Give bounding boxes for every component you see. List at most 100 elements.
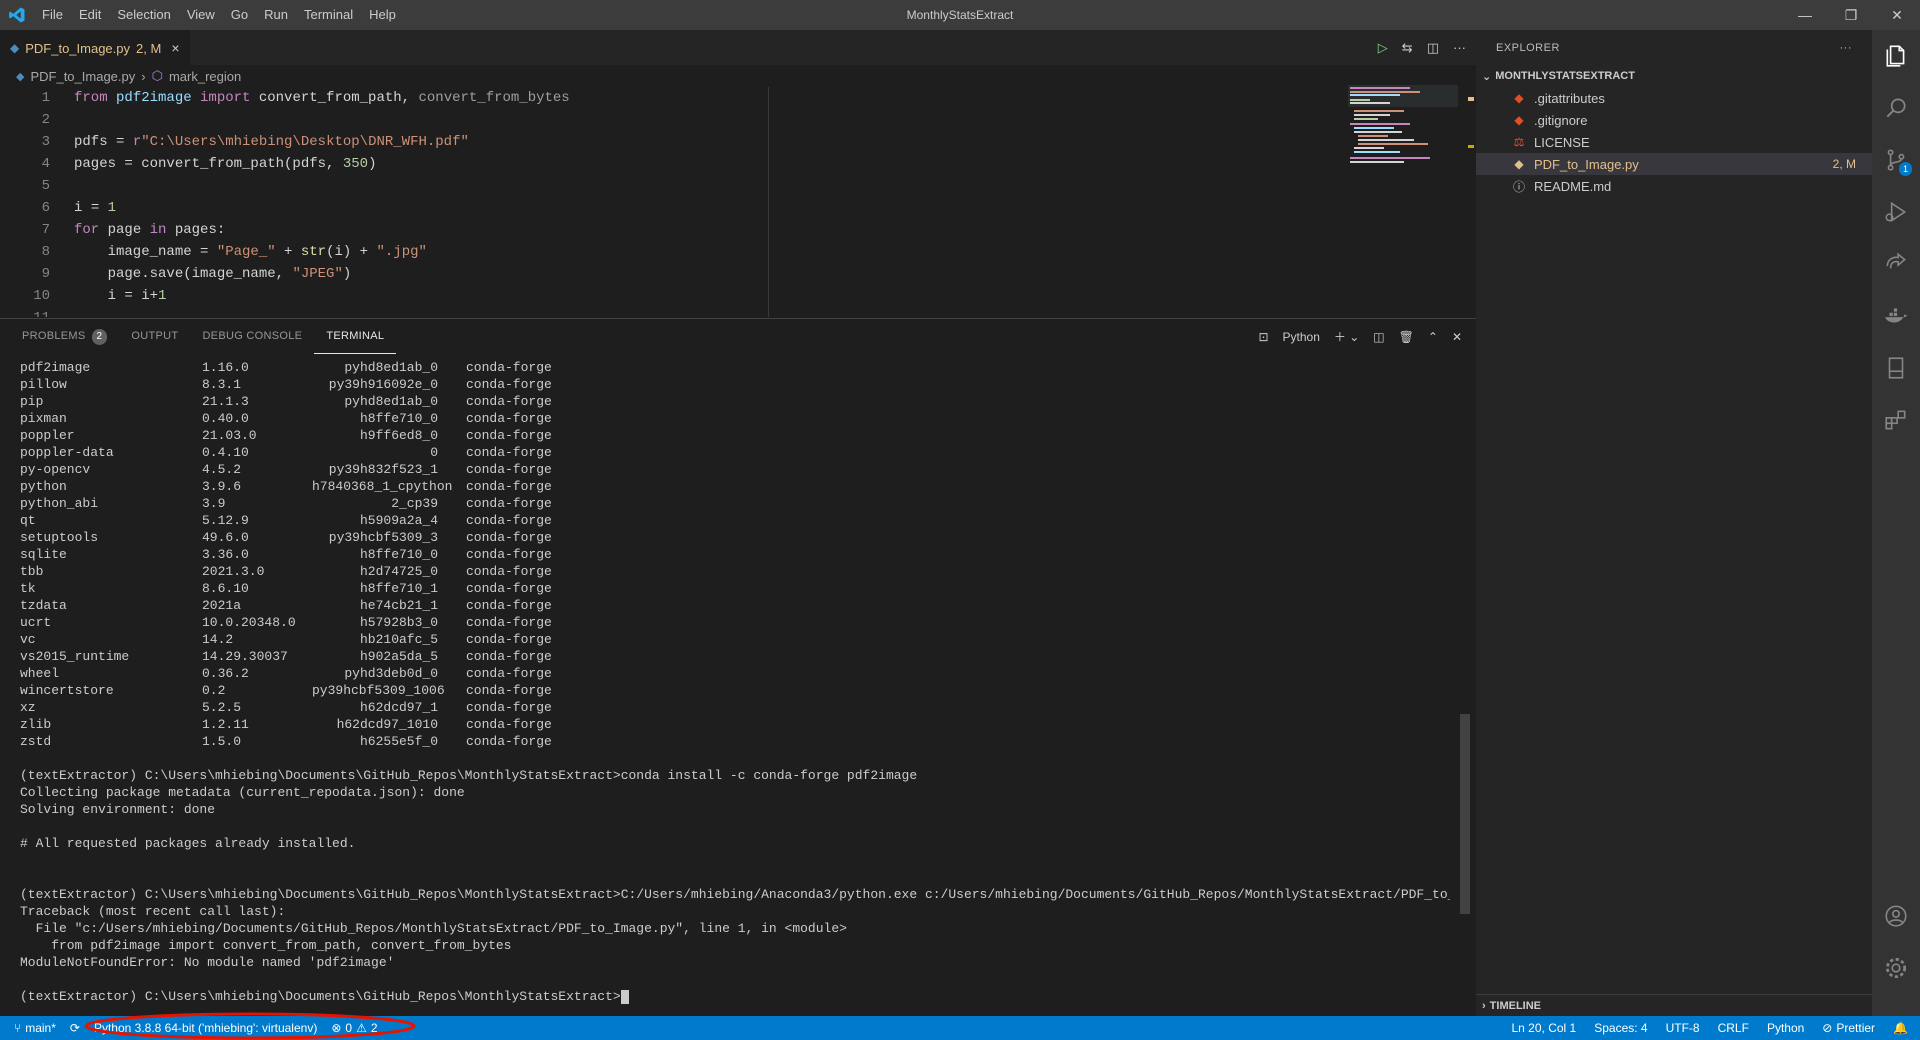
terminal-output[interactable]: pdf2image 1.16.0 pyhd8ed1ab_0 conda-forge pi… — [20, 359, 1450, 1009]
cursor-position[interactable]: Ln 20, Col 1 — [1512, 1021, 1577, 1035]
tab-pdf-to-image[interactable]: ◆ PDF_to_Image.py 2, M × — [0, 30, 190, 65]
menu-view[interactable]: View — [179, 0, 223, 30]
code-line[interactable]: 7 for page in pages: — [0, 219, 1476, 241]
code-token: pages: — [174, 222, 226, 238]
prettier-indicator[interactable]: ⊘ Prettier — [1822, 1021, 1875, 1035]
split-editor-icon[interactable]: ◫ — [1427, 40, 1439, 56]
tab-close-icon[interactable]: × — [171, 40, 179, 56]
accounts-activity[interactable] — [1872, 890, 1920, 942]
package-row: tzdata 2021a he74cb21_1 conda-forge — [20, 597, 1450, 614]
breadcrumb-symbol[interactable]: mark_region — [169, 69, 241, 84]
terminal-scrollbar[interactable] — [1460, 714, 1470, 914]
package-cell: wheel — [20, 666, 60, 681]
minimize-icon[interactable]: — — [1782, 0, 1828, 30]
timeline-section[interactable]: › TIMELINE — [1476, 994, 1872, 1016]
tab-label: PDF_to_Image.py — [25, 40, 131, 56]
run-icon[interactable]: ▷ — [1378, 40, 1388, 56]
branch-icon: ⑂ — [14, 1021, 22, 1035]
code-token: = — [90, 200, 108, 216]
code-line[interactable]: 9 page.save(image_name, "JPEG") — [0, 263, 1476, 285]
manage-activity[interactable] — [1872, 942, 1920, 994]
code-line[interactable]: 1 from pdf2image import convert_from_path… — [0, 87, 1476, 109]
new-terminal-icon[interactable]: ＋ ⌄ — [1334, 328, 1359, 345]
menu-selection[interactable]: Selection — [109, 0, 178, 30]
line-number: 5 — [41, 178, 50, 194]
menu-terminal[interactable]: Terminal — [296, 0, 361, 30]
package-cell: h9ff6ed8_0 — [359, 428, 438, 443]
code-token: = — [116, 134, 133, 150]
code-line[interactable]: 6i = 1 — [0, 197, 1476, 219]
close-panel-icon[interactable]: ✕ — [1452, 330, 1462, 344]
tab-output[interactable]: OUTPUT — [119, 319, 190, 354]
file-item[interactable]: ⓘ README.md — [1476, 175, 1872, 197]
file-item[interactable]: ⚖ LICENSE — [1476, 131, 1872, 153]
menu-edit[interactable]: Edit — [71, 0, 109, 30]
code-line[interactable]: 3 pdfs = r"C:\Users\mhiebing\Desktop\DNR_… — [0, 131, 1476, 153]
extensions-activity[interactable] — [1872, 394, 1920, 446]
split-terminal-icon[interactable]: ◫ — [1373, 330, 1384, 344]
end-of-line[interactable]: CRLF — [1718, 1021, 1749, 1035]
notebook-activity[interactable] — [1872, 342, 1920, 394]
file-item[interactable]: ◆ .gitignore — [1476, 109, 1872, 131]
file-item[interactable]: ◆ PDF_to_Image.py 2, M — [1476, 153, 1872, 175]
tab-terminal[interactable]: TERMINAL — [314, 319, 397, 354]
code-token: (i) + — [326, 244, 377, 260]
code-token: convert_from_path, — [258, 90, 419, 106]
status-left: ⑂ main* ⟳ Python 3.8.8 64-bit ('mhiebing… — [0, 1021, 378, 1035]
explorer-more-icon[interactable]: ··· — [1840, 42, 1853, 54]
file-item[interactable]: ◆ .gitattributes — [1476, 87, 1872, 109]
file-name: PDF_to_Image.py — [1534, 156, 1639, 172]
indentation[interactable]: Spaces: 4 — [1594, 1021, 1647, 1035]
menu-run[interactable]: Run — [256, 0, 296, 30]
line-number: 4 — [41, 156, 50, 172]
remote-activity[interactable] — [1872, 238, 1920, 290]
run-debug-activity[interactable] — [1872, 186, 1920, 238]
branch-indicator[interactable]: ⑂ main* — [14, 1021, 56, 1035]
code-line[interactable]: 11 — [0, 307, 1476, 317]
source-control-activity[interactable]: 1 — [1872, 134, 1920, 186]
restore-icon[interactable]: ❐ — [1828, 0, 1874, 30]
notifications-indicator[interactable]: 🔔 — [1893, 1021, 1908, 1035]
code-line[interactable]: 4 pages = convert_from_path(pdfs, 350) — [0, 153, 1476, 175]
tab-debug-console[interactable]: DEBUG CONSOLE — [190, 319, 314, 354]
tab-problems[interactable]: PROBLEMS 2 — [10, 319, 119, 354]
line-number: 7 — [41, 222, 50, 238]
package-cell: conda-forge — [466, 564, 552, 579]
maximize-panel-icon[interactable]: ⌃ — [1428, 330, 1438, 344]
search-activity[interactable] — [1872, 82, 1920, 134]
menu-go[interactable]: Go — [223, 0, 256, 30]
terminal-prompt-line[interactable]: (textExtractor) C:\Users\mhiebing\Docume… — [20, 988, 1450, 1005]
code-line[interactable]: 8 image_name = "Page_" + str(i) + ".jpg" — [0, 241, 1476, 263]
python-interpreter[interactable]: Python 3.8.8 64-bit ('mhiebing': virtual… — [94, 1021, 317, 1035]
encoding[interactable]: UTF-8 — [1666, 1021, 1700, 1035]
code-editor[interactable]: 1 from pdf2image import convert_from_path… — [0, 87, 1476, 317]
menu-help[interactable]: Help — [361, 0, 404, 30]
code-line[interactable]: 10 i = i+1 — [0, 285, 1476, 307]
problems-indicator[interactable]: ⊗ 0 ⚠ 2 — [331, 1021, 377, 1035]
docker-activity[interactable] — [1872, 290, 1920, 342]
package-row: python 3.9.6 h7840368_1_cpython conda-forge — [20, 478, 1450, 495]
package-cell: 3.36.0 — [202, 547, 249, 562]
code-line[interactable]: 5 — [0, 175, 1476, 197]
more-actions-icon[interactable]: ··· — [1453, 40, 1466, 55]
package-cell: 0.36.2 — [202, 666, 249, 681]
breadcrumb-file[interactable]: PDF_to_Image.py — [30, 69, 135, 84]
close-window-icon[interactable]: ✕ — [1874, 0, 1920, 30]
editor-scrollbar[interactable] — [1466, 87, 1476, 317]
minimap[interactable] — [1348, 85, 1458, 185]
terminal-shell-select[interactable]: Python — [1283, 330, 1320, 344]
language-mode[interactable]: Python — [1767, 1021, 1804, 1035]
explorer-activity[interactable] — [1872, 30, 1920, 82]
sync-indicator[interactable]: ⟳ — [70, 1021, 80, 1035]
workspace-folder[interactable]: ⌄ MONTHLYSTATSEXTRACT — [1476, 65, 1872, 87]
package-cell: py39hcbf5309_3 — [328, 530, 438, 545]
menu-file[interactable]: File — [34, 0, 71, 30]
package-row: poppler 21.03.0 h9ff6ed8_0 conda-forge — [20, 427, 1450, 444]
editor-ruler — [768, 87, 769, 317]
package-cell: 21.1.3 — [202, 394, 249, 409]
open-changes-icon[interactable]: ⇆ — [1402, 40, 1413, 56]
code-line[interactable]: 2 — [0, 109, 1476, 131]
scm-count-badge: 1 — [1898, 162, 1912, 176]
kill-terminal-icon[interactable]: 🗑 — [1399, 330, 1414, 344]
code-token: ".jpg" — [376, 244, 427, 260]
